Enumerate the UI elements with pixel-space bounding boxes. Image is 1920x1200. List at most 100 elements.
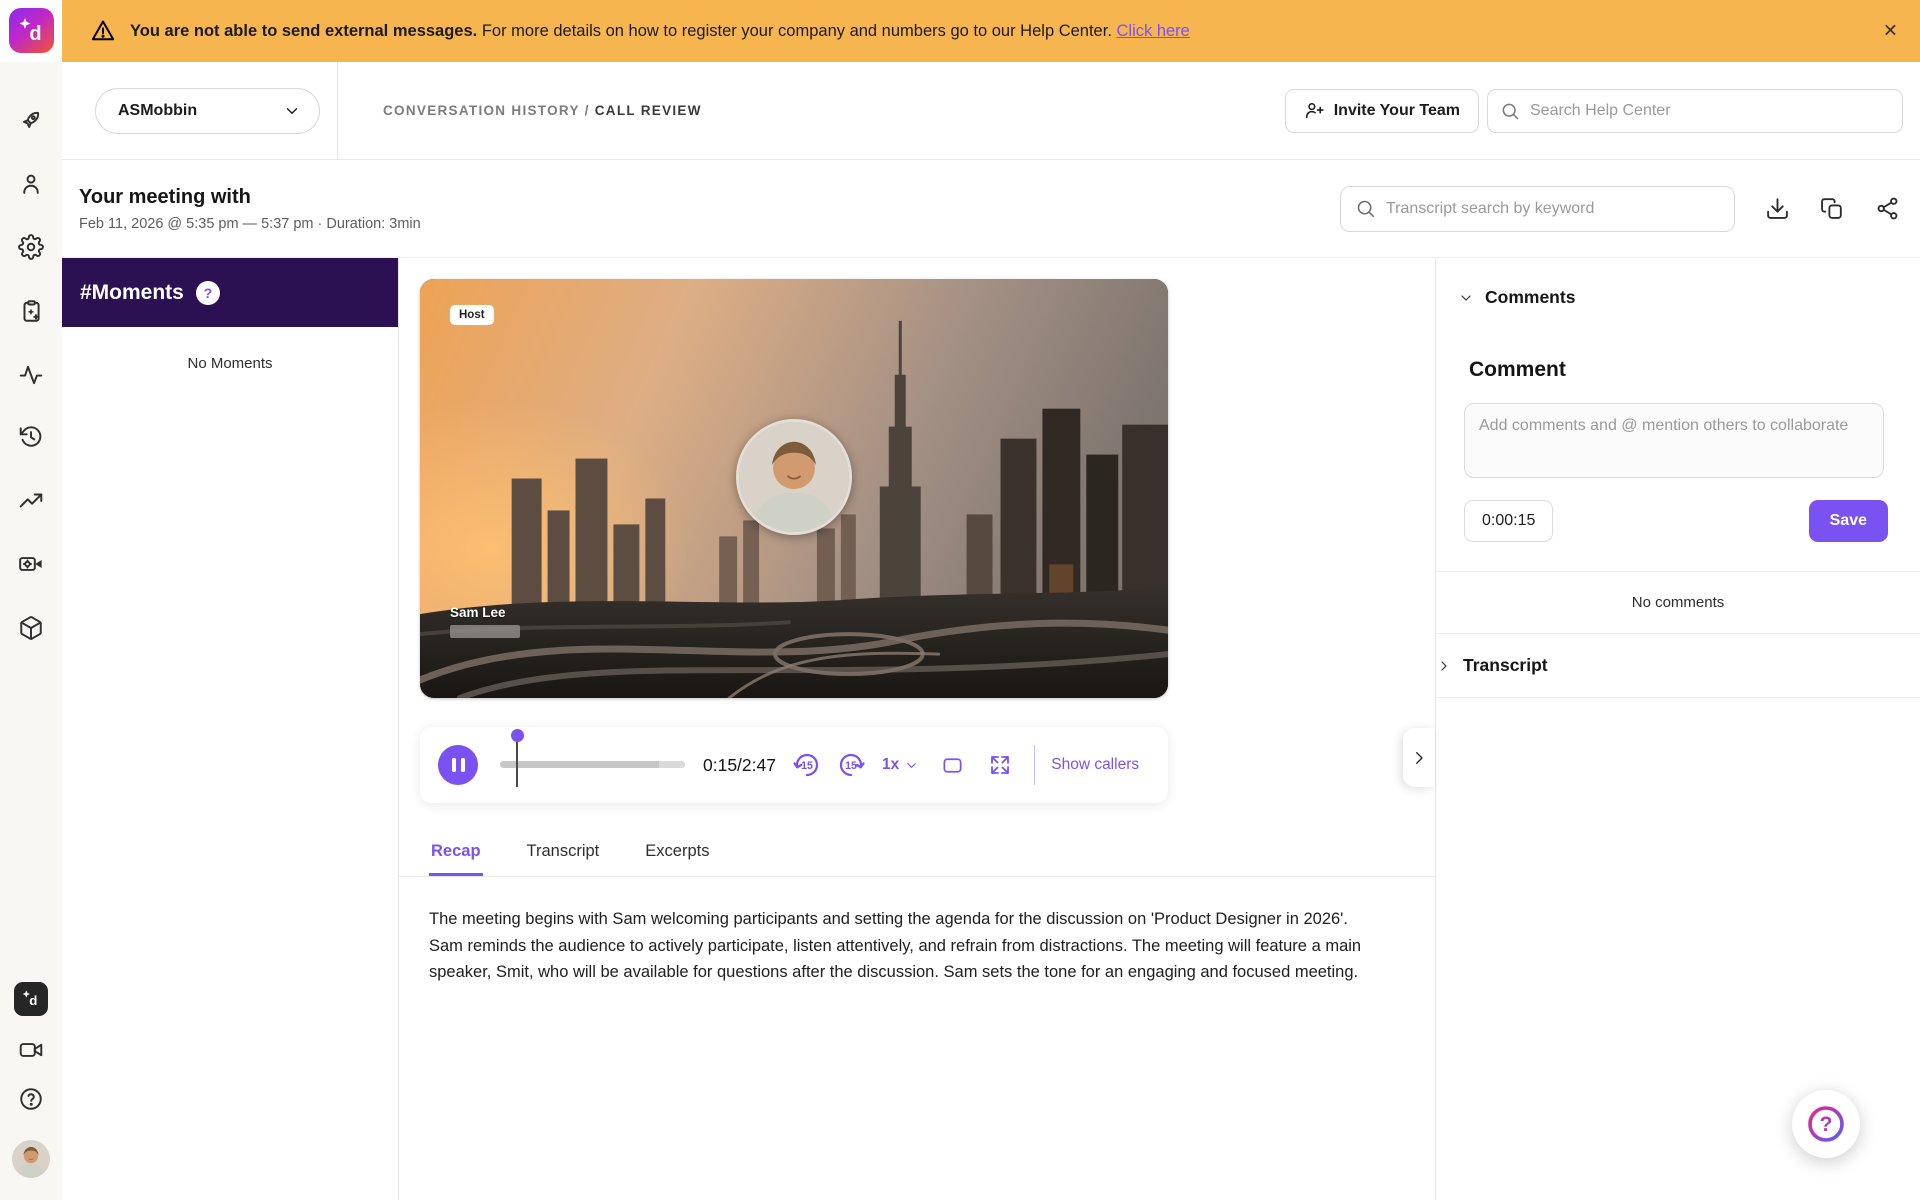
moments-title: #Moments xyxy=(80,280,184,304)
app-header: ASMobbin CONVERSATION HISTORY / CALL REV… xyxy=(62,61,1920,160)
chevron-down-icon xyxy=(907,762,917,768)
comment-form-heading: Comment xyxy=(1469,358,1566,381)
comment-timestamp-chip[interactable]: 0:00:15 xyxy=(1464,500,1554,542)
comments-empty-state: No comments xyxy=(1631,594,1725,611)
svg-text:?: ? xyxy=(1820,1113,1833,1136)
transcript-search-input[interactable] xyxy=(1386,199,1720,218)
left-icon-rail: d xyxy=(0,62,62,1200)
transcript-section-toggle[interactable]: Transcript xyxy=(1436,634,1920,697)
search-icon xyxy=(1357,200,1375,218)
help-center-search-input[interactable] xyxy=(1530,101,1890,120)
rail-contacts-user-icon[interactable] xyxy=(18,171,44,197)
participant-name-label: Sam Lee xyxy=(450,605,506,620)
seek-playhead[interactable] xyxy=(510,729,524,789)
participant-name-underlay xyxy=(450,625,520,638)
time-display: 0:15/2:47 xyxy=(703,754,776,775)
controls-divider xyxy=(1034,745,1036,785)
user-plus-icon xyxy=(1305,102,1324,119)
comments-section-title: Comments xyxy=(1485,287,1576,307)
chevron-right-icon xyxy=(1416,751,1423,764)
comment-form-actions: 0:00:15 Save xyxy=(1464,500,1888,542)
panel-divider xyxy=(1436,697,1920,698)
moments-header: #Moments ? xyxy=(62,258,398,327)
tab-recap[interactable]: Recap xyxy=(429,834,483,876)
recap-summary-text: The meeting begins with Sam welcoming pa… xyxy=(429,910,1362,982)
seek-track-remaining xyxy=(659,761,685,768)
svg-text:15: 15 xyxy=(845,760,857,772)
rail-history-clock-icon[interactable] xyxy=(18,424,44,450)
rail-help-circle-icon[interactable] xyxy=(18,1086,44,1112)
video-player[interactable]: Host Sam Lee xyxy=(420,279,1168,698)
skip-back-15-icon[interactable]: 15 xyxy=(792,750,822,780)
rail-ai-notes-clipboard-icon[interactable] xyxy=(18,298,44,324)
chevron-down-icon xyxy=(286,107,298,114)
help-center-search[interactable] xyxy=(1487,88,1903,133)
playback-speed-control[interactable]: 1x xyxy=(882,756,919,774)
rail-activity-pulse-icon[interactable] xyxy=(18,362,44,388)
meeting-toolbar: Your meeting with Feb 11, 2026 @ 5:35 pm… xyxy=(62,160,1920,258)
dialpad-logo-icon: d xyxy=(19,17,41,45)
show-callers-link[interactable]: Show callers xyxy=(1051,756,1139,774)
rail-analytics-trending-up-icon[interactable] xyxy=(18,488,44,514)
search-icon xyxy=(1502,103,1519,119)
share-icon[interactable] xyxy=(1875,196,1900,221)
workspace-dropdown[interactable]: ASMobbin xyxy=(95,87,320,134)
picture-in-picture-icon[interactable] xyxy=(941,754,964,777)
svg-text:15: 15 xyxy=(801,760,813,772)
tab-excerpts[interactable]: Excerpts xyxy=(643,834,711,876)
banner-body-text: For more details on how to register your… xyxy=(481,21,1112,40)
comments-sidebar: Comments Comment 0:00:15 Save No comment… xyxy=(1435,258,1920,1200)
breadcrumb-page: CALL REVIEW xyxy=(594,103,702,118)
moments-help-badge[interactable]: ? xyxy=(195,280,220,305)
chevron-right-icon xyxy=(1441,660,1447,671)
rail-user-avatar[interactable] xyxy=(12,1140,50,1178)
call-review-page: You are not able to send external messag… xyxy=(0,0,1920,1200)
header-divider xyxy=(337,61,338,160)
transcript-search[interactable] xyxy=(1340,185,1735,232)
moments-empty-state: No Moments xyxy=(187,355,273,372)
banner-close-button[interactable]: ✕ xyxy=(1883,21,1898,42)
player-controls: 0:15/2:47 15 15 1x Show callers xyxy=(420,727,1168,803)
transcript-section-title: Transcript xyxy=(1463,655,1548,675)
dialpad-logo[interactable]: d xyxy=(9,8,54,53)
breadcrumb-section[interactable]: CONVERSATION HISTORY xyxy=(383,103,580,118)
comments-section-toggle[interactable]: Comments xyxy=(1436,258,1920,308)
chevron-down-icon xyxy=(1461,294,1471,301)
svg-text:d: d xyxy=(29,23,41,45)
svg-text:d: d xyxy=(29,993,37,1008)
external-messages-banner: You are not able to send external messag… xyxy=(62,0,1920,62)
breadcrumb-separator: / xyxy=(584,103,590,118)
banner-click-here-link[interactable]: Click here xyxy=(1117,22,1190,40)
rail-video-camera-icon[interactable] xyxy=(18,1037,44,1063)
rail-settings-gear-icon[interactable] xyxy=(18,234,44,260)
participant-avatar xyxy=(736,419,852,535)
seek-track[interactable] xyxy=(500,761,685,768)
tab-transcript[interactable]: Transcript xyxy=(525,834,602,876)
rail-launch-rocket-icon[interactable] xyxy=(18,107,44,133)
host-badge: Host xyxy=(450,305,494,325)
warning-triangle-icon xyxy=(91,20,115,41)
invite-button-label: Invite Your Team xyxy=(1333,101,1460,119)
invite-your-team-button[interactable]: Invite Your Team xyxy=(1284,88,1479,133)
pause-button[interactable] xyxy=(438,745,478,785)
rail-video-settings-icon[interactable] xyxy=(18,551,44,577)
content-tabs: Recap Transcript Excerpts xyxy=(399,834,1435,877)
meeting-datetime: Feb 11, 2026 @ 5:35 pm — 5:37 pm · Durat… xyxy=(79,215,421,232)
skip-forward-15-icon[interactable]: 15 xyxy=(836,750,866,780)
workspace-name: ASMobbin xyxy=(118,101,198,119)
seek-slider[interactable] xyxy=(500,727,685,803)
call-review-main: Host Sam Lee 0:15/2:47 15 15 1x Show cal… xyxy=(399,258,1435,1200)
rail-integrations-box-icon[interactable] xyxy=(18,615,44,641)
download-icon[interactable] xyxy=(1765,196,1790,221)
gradient-question-icon: ? xyxy=(1808,1106,1844,1142)
sidebar-collapse-handle[interactable] xyxy=(1403,728,1435,787)
help-fab-button[interactable]: ? xyxy=(1792,1090,1860,1158)
comment-input[interactable] xyxy=(1464,403,1884,478)
rail-dialpad-ai-app-icon[interactable]: d xyxy=(14,982,48,1016)
save-comment-button[interactable]: Save xyxy=(1808,500,1888,542)
moments-panel: #Moments ? No Moments xyxy=(62,258,399,1200)
copy-icon[interactable] xyxy=(1820,196,1845,221)
banner-bold-text: You are not able to send external messag… xyxy=(130,21,478,40)
playback-speed-value: 1x xyxy=(881,756,900,773)
fullscreen-expand-icon[interactable] xyxy=(988,753,1012,777)
